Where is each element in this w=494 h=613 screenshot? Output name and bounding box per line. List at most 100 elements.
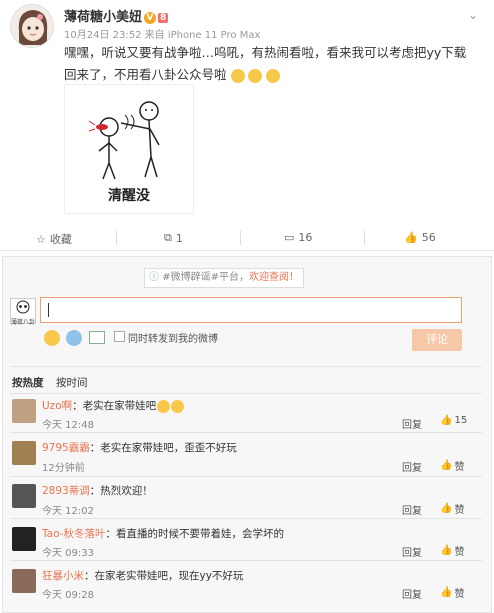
thumbs-up-icon: 👍 [440,545,453,556]
comment-time: 今天 09:28 [42,590,94,601]
reply-button[interactable]: 回复 [402,416,422,431]
laughing-emoji-icon [248,68,263,83]
comment-like-count: 15 [454,415,468,426]
comment-text-line: 2893蒂调：热烈欢迎！ [42,483,153,498]
laughing-emoji-icon [171,399,185,413]
comment-like-label: 赞 [454,589,465,600]
my-avatar[interactable]: 薄荷八卦 [10,298,36,326]
gif-icon[interactable] [66,330,82,346]
divider [240,231,241,245]
text-caret [48,303,49,317]
comment-like-label: 赞 [454,462,465,473]
like-count: 56 [421,231,436,244]
comment-time: 今天 12:48 [42,420,94,431]
post-meta: 10月24日 23:52 来自 iPhone 11 Pro Max [64,26,260,41]
post-device: iPhone 11 Pro Max [167,30,261,41]
comment-time: 今天 09:33 [42,548,94,559]
divider [10,476,482,477]
post-author[interactable]: 薄荷糖小美妞 V 8 [64,6,169,25]
post-image[interactable]: 清醒没 [64,84,194,214]
comment-like-button[interactable]: 👍 15 [440,415,467,426]
comment-text: ：热烈欢迎！ [89,485,153,497]
verified-icon: V [144,11,157,24]
comment-like-button[interactable]: 👍 赞 [440,585,464,600]
author-name[interactable]: 薄荷糖小美妞 [64,10,142,25]
commenter-name[interactable]: Tao-秋冬落叶 [42,528,106,540]
comment-count: 16 [298,231,313,244]
star-icon: ☆ [36,232,46,246]
laughing-emoji-icon [230,68,245,83]
comment-text-line: 狂暴小米：在家老实带娃吧，现在yy不好玩 [42,568,243,583]
divider [10,393,482,394]
reply-button[interactable]: 回复 [402,586,422,601]
user-avatar[interactable] [10,4,54,48]
commenter-name[interactable]: 2893蒂调 [42,485,90,497]
comment-like-label: 赞 [454,505,465,516]
sort-by-hot-tab[interactable]: 按热度 [12,375,44,390]
comment-text-line: Uzo啊：老实在家带娃吧 [42,398,185,413]
comment-like-button[interactable]: 👍 赞 [440,543,464,558]
post-body: 嘿嘿，听说又要有战争啦…呜吼，有热闹看啦，看来我可以考虑把yy下载回来了，不用看… [64,42,474,86]
avatar-girl-icon [11,5,53,47]
commenter-avatar[interactable] [12,527,36,551]
divider [10,560,482,561]
divider [10,366,482,367]
divider [10,518,482,519]
thumbs-up-icon: 👍 [440,460,453,471]
notice-link[interactable]: 欢迎查阅！ [249,272,299,283]
thumbs-up-icon: 👍 [440,503,453,514]
post-text: 嘿嘿，听说又要有战争啦…呜吼，有热闹看啦，看来我可以考虑把yy下载回来了，不用看… [64,45,467,82]
notice-text: #微博辟谣#平台， [162,272,249,283]
laughing-emoji-icon [266,68,281,83]
like-button[interactable]: 👍 56 [404,231,436,244]
comment-like-button[interactable]: 👍 赞 [440,501,464,516]
commenter-avatar[interactable] [12,569,36,593]
slap-meme-illustration [88,101,160,180]
reply-button[interactable]: 回复 [402,459,422,474]
post-time[interactable]: 10月24日 23:52 [64,30,141,41]
comment-like-button[interactable]: 👍 赞 [440,458,464,473]
chevron-down-icon[interactable]: ⌄ [468,8,478,22]
thumbs-up-icon: 👍 [440,415,453,426]
favorite-label: 收藏 [49,233,72,246]
submit-comment-button[interactable]: 评论 [412,329,462,351]
comment-icon: ▭ [284,231,295,244]
reply-button[interactable]: 回复 [402,502,422,517]
my-avatar-label: 薄荷八卦 [11,319,36,326]
post-action-bar: ☆ 收藏 ⧉ 1 ▭ 16 👍 56 [0,225,494,251]
commenter-avatar[interactable] [12,441,36,465]
sort-by-time-tab[interactable]: 按时间 [56,375,88,390]
comment-text: ：在家老实带娃吧，现在yy不好玩 [84,570,244,582]
commenter-name[interactable]: 狂暴小米 [42,570,84,582]
repost-checkbox[interactable] [114,331,125,342]
panda-avatar-icon [16,300,30,314]
divider [364,231,365,245]
rumor-notice: ⓘ #微博辟谣#平台，欢迎查阅！ [144,268,304,288]
comment-text-line: Tao-秋冬落叶：看直播的时候不要带着娃，会学坏的 [42,526,284,541]
thumbs-up-icon: 👍 [404,231,418,244]
comment-like-label: 赞 [454,547,465,558]
repost-checkbox-label[interactable]: 同时转发到我的微博 [128,330,218,345]
megaphone-icon: ⓘ [149,272,160,283]
divider [10,432,482,433]
reply-button[interactable]: 回复 [402,544,422,559]
commenter-avatar[interactable] [12,399,36,423]
comment-time: 12分钟前 [42,463,85,474]
comment-input[interactable] [40,297,462,323]
emoji-picker-icon[interactable] [44,330,60,346]
repost-button[interactable]: ⧉ 1 [164,231,183,245]
divider [116,231,117,245]
comment-text: ：看直播的时候不要带着娃，会学坏的 [105,528,285,540]
image-upload-icon[interactable] [89,331,105,344]
comment-text: ：老实在家带娃吧，歪歪不好玩 [89,442,237,454]
favorite-button[interactable]: ☆ 收藏 [36,231,72,247]
comment-button[interactable]: ▭ 16 [284,231,312,244]
source-prefix: 来自 [144,30,165,41]
repost-count: 1 [175,231,183,245]
commenter-name[interactable]: Uzo啊 [42,400,72,412]
commenter-name[interactable]: 9795霸霸 [42,442,90,454]
image-caption: 清醒没 [108,188,150,204]
laughing-emoji-icon [157,399,171,413]
commenter-avatar[interactable] [12,484,36,508]
repost-icon: ⧉ [164,231,172,244]
